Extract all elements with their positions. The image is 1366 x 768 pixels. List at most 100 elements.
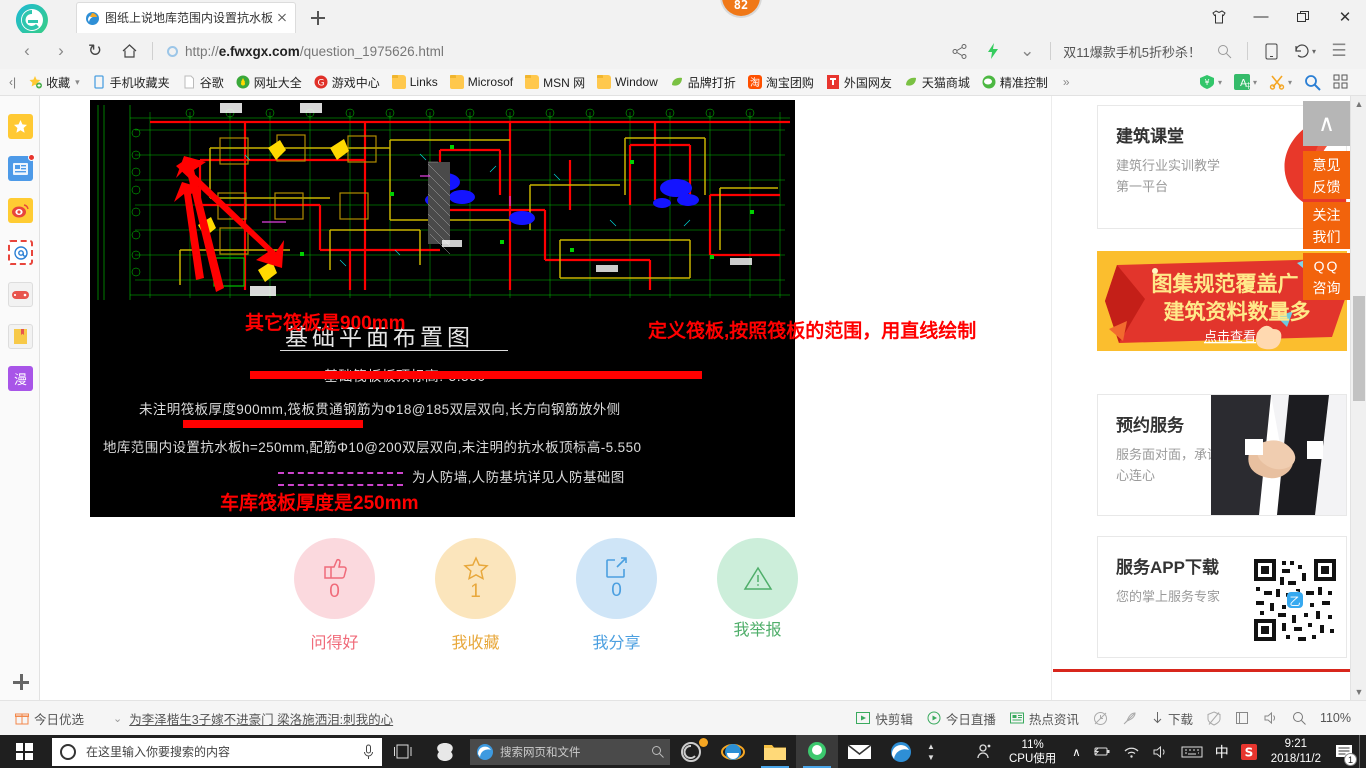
history-icon[interactable]: ▾ bbox=[1288, 36, 1322, 66]
scrollbar-thumb[interactable] bbox=[1353, 296, 1365, 401]
people-icon[interactable] bbox=[970, 735, 999, 768]
chevron-down-icon[interactable]: ▾ bbox=[75, 77, 80, 88]
favorites-star-icon[interactable] bbox=[8, 114, 33, 139]
chevron-down-icon[interactable]: ⌄ bbox=[1010, 36, 1044, 66]
bookmark-jingzhun[interactable]: 精准控制 bbox=[977, 72, 1053, 93]
show-desktop-button[interactable] bbox=[1359, 735, 1366, 768]
keyboard-icon[interactable] bbox=[1175, 735, 1209, 768]
bookmark-wangzhi[interactable]: 网址大全 bbox=[231, 72, 307, 93]
status-live[interactable]: 今日直播 bbox=[920, 706, 1003, 730]
tab-close-icon[interactable] bbox=[273, 9, 291, 27]
bookmark-taobao[interactable]: 淘 淘宝团购 bbox=[743, 72, 819, 93]
status-clock-off-icon[interactable] bbox=[1086, 706, 1115, 730]
bookmark-links[interactable]: Links bbox=[387, 72, 443, 93]
taskbar-overflow-scroll[interactable]: ▲ ▼ bbox=[922, 735, 940, 768]
sogou-browser-icon[interactable] bbox=[670, 735, 712, 768]
bookmark-microsoft[interactable]: Microsof bbox=[445, 72, 518, 93]
translate-icon[interactable]: A中 ▾ bbox=[1229, 72, 1262, 93]
search-icon[interactable] bbox=[1207, 36, 1241, 66]
battery-icon[interactable] bbox=[1087, 735, 1117, 768]
mail-icon[interactable] bbox=[838, 735, 880, 768]
bookmarks-collapse-button[interactable]: ‹| bbox=[0, 75, 23, 89]
mail-at-icon[interactable] bbox=[8, 240, 33, 265]
speaker-icon[interactable] bbox=[1146, 735, 1175, 768]
action-good-question[interactable]: 0 问得好 bbox=[294, 538, 375, 658]
share-icon[interactable] bbox=[942, 36, 976, 66]
close-window-button[interactable]: ✕ bbox=[1324, 0, 1366, 33]
windows-start-icon[interactable] bbox=[0, 735, 48, 768]
edge-browser-icon[interactable] bbox=[880, 735, 922, 768]
edge-search-box[interactable]: 搜索网页和文件 bbox=[470, 738, 670, 765]
lightning-icon[interactable] bbox=[976, 36, 1010, 66]
scroll-up-arrow[interactable]: ▲ bbox=[1351, 96, 1366, 112]
bookmarks-overflow-button[interactable]: » bbox=[1055, 75, 1078, 89]
cpu-usage-indicator[interactable]: 11% CPU使用 bbox=[999, 735, 1066, 768]
status-speaker-icon[interactable] bbox=[1256, 706, 1285, 730]
sogou-ime-icon[interactable]: S bbox=[1235, 735, 1263, 768]
apps-grid-icon[interactable] bbox=[1328, 72, 1354, 93]
bookmark-google[interactable]: 谷歌 bbox=[177, 72, 229, 93]
action-report[interactable]: 我举报 bbox=[717, 538, 798, 658]
status-zoom-search-icon[interactable] bbox=[1285, 706, 1313, 730]
status-hot-news[interactable]: 热点资讯 bbox=[1003, 706, 1086, 730]
bookmark-window[interactable]: Window bbox=[592, 72, 663, 93]
game-controller-icon[interactable] bbox=[8, 282, 33, 307]
manga-icon[interactable]: 漫 bbox=[8, 366, 33, 391]
home-button[interactable] bbox=[112, 36, 146, 66]
back-button[interactable]: ‹ bbox=[10, 36, 44, 66]
windows-search-box[interactable]: 在这里输入你要搜索的内容 bbox=[52, 737, 382, 766]
chevron-double-down-icon[interactable]: ⌄ bbox=[113, 712, 122, 725]
status-today-deals[interactable]: 今日优选 bbox=[8, 706, 91, 730]
scroll-down-arrow[interactable]: ▼ bbox=[1351, 684, 1366, 700]
bookmark-pinpai[interactable]: 品牌打折 bbox=[665, 72, 741, 93]
status-mute-rocket-icon[interactable] bbox=[1115, 706, 1144, 730]
menu-button[interactable]: ☰ bbox=[1322, 36, 1356, 66]
skin-button[interactable] bbox=[1198, 0, 1240, 33]
minimize-button[interactable]: — bbox=[1240, 0, 1282, 33]
status-window-icon[interactable] bbox=[1228, 706, 1256, 730]
file-explorer-icon[interactable] bbox=[754, 735, 796, 768]
mobile-icon[interactable] bbox=[1254, 36, 1288, 66]
address-bar[interactable]: http://e.fwxgx.com/question_1975626.html bbox=[159, 36, 942, 66]
notification-badge[interactable]: 82 bbox=[720, 0, 762, 18]
maximize-button[interactable] bbox=[1282, 0, 1324, 33]
action-share[interactable]: 0 我分享 bbox=[576, 538, 657, 658]
chevron-up-icon[interactable]: ▲ bbox=[927, 741, 935, 752]
forward-button[interactable]: › bbox=[44, 36, 78, 66]
360-browser-icon[interactable] bbox=[796, 735, 838, 768]
cortana-spiral-icon[interactable] bbox=[424, 735, 466, 768]
qq-consult-button[interactable]: QQ 咨询 bbox=[1303, 253, 1350, 300]
sidebar-card-app-download[interactable]: 服务APP下载 您的掌上服务专家 乙 bbox=[1097, 536, 1347, 658]
weibo-icon[interactable] bbox=[8, 198, 33, 223]
bookmark-msn[interactable]: MSN 网 bbox=[520, 72, 590, 93]
status-zoom-level[interactable]: 110% bbox=[1313, 706, 1358, 730]
magnifier-icon[interactable] bbox=[1299, 72, 1326, 93]
task-view-icon[interactable] bbox=[382, 735, 424, 768]
promo-text[interactable]: 双11爆款手机5折秒杀！ bbox=[1057, 42, 1207, 61]
status-shield-off-icon[interactable] bbox=[1200, 706, 1228, 730]
coupon-icon[interactable]: ¥ ▾ bbox=[1194, 72, 1227, 93]
search-icon[interactable] bbox=[651, 745, 664, 758]
status-video-editor[interactable]: 快剪辑 bbox=[849, 706, 920, 730]
bookmark-tmall[interactable]: 天猫商城 bbox=[899, 72, 975, 93]
status-news-link[interactable]: 为李泽楷生3子嫁不进豪门 梁洛施洒泪:刺我的心 bbox=[122, 706, 400, 730]
chevron-down-icon[interactable]: ▼ bbox=[927, 752, 935, 763]
status-download[interactable]: 下载 bbox=[1144, 706, 1200, 730]
feedback-button[interactable]: 意见 反馈 bbox=[1303, 151, 1350, 199]
bookmark-shoucang[interactable]: 收藏 ▾ bbox=[23, 72, 85, 93]
bookmark-phone[interactable]: 手机收藏夹 bbox=[87, 72, 175, 93]
follow-us-button[interactable]: 关注 我们 bbox=[1303, 202, 1350, 249]
internet-explorer-icon[interactable] bbox=[712, 735, 754, 768]
page-scrollbar[interactable]: ▲ ▼ bbox=[1350, 96, 1366, 700]
new-tab-button[interactable] bbox=[305, 6, 331, 30]
clock[interactable]: 9:21 2018/11/2 bbox=[1263, 735, 1329, 768]
action-favorite[interactable]: 1 我收藏 bbox=[435, 538, 516, 658]
site-info-icon[interactable] bbox=[167, 45, 178, 57]
tray-expand-chevron-icon[interactable]: ∧ bbox=[1066, 735, 1086, 768]
wifi-icon[interactable] bbox=[1117, 735, 1146, 768]
scissors-icon[interactable]: ▾ bbox=[1264, 72, 1297, 93]
reload-button[interactable]: ↻ bbox=[78, 36, 112, 66]
news-feed-icon[interactable] bbox=[8, 154, 35, 181]
bookmark-waiguo[interactable]: 外国网友 bbox=[821, 72, 897, 93]
bookmark-book-icon[interactable] bbox=[8, 324, 33, 349]
